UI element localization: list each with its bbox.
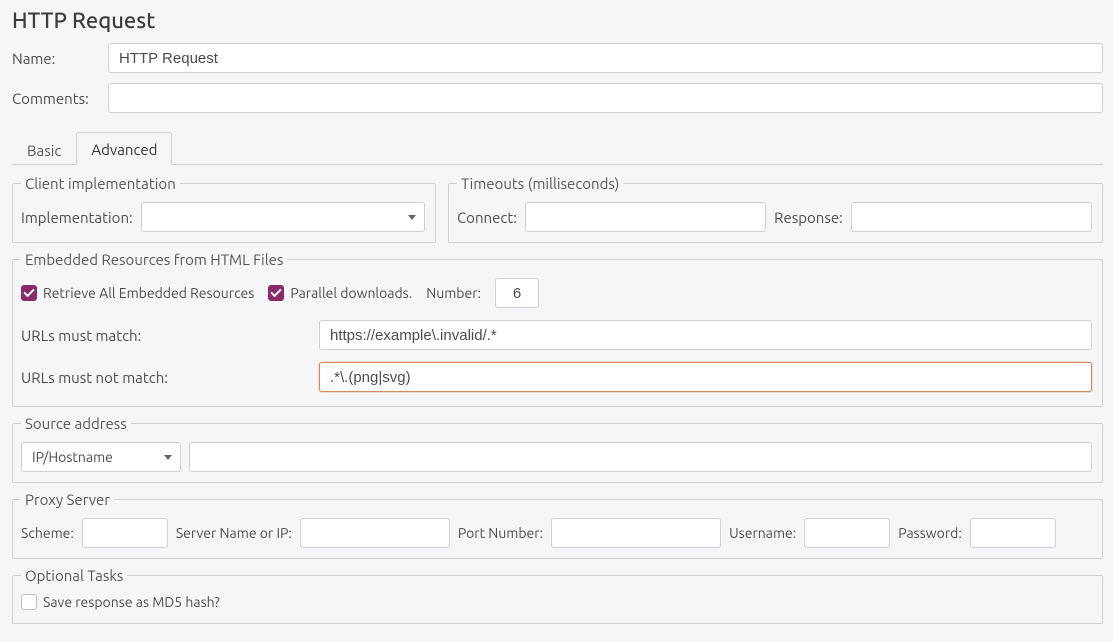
md5-label: Save response as MD5 hash? [43, 594, 220, 610]
implementation-select[interactable] [141, 202, 425, 232]
proxy-user-label: Username: [729, 525, 796, 541]
fieldset-proxy-server: Proxy Server Scheme: Server Name or IP: … [12, 491, 1103, 559]
embedded-legend: Embedded Resources from HTML Files [21, 251, 287, 268]
timeouts-legend: Timeouts (milliseconds) [457, 175, 623, 192]
source-legend: Source address [21, 415, 131, 432]
md5-checkbox[interactable]: Save response as MD5 hash? [21, 594, 220, 610]
parallel-downloads-label: Parallel downloads. [290, 285, 412, 301]
proxy-user-input[interactable] [804, 518, 890, 548]
page-title: HTTP Request [12, 8, 1103, 33]
optional-legend: Optional Tasks [21, 567, 127, 584]
implementation-label: Implementation: [21, 209, 133, 226]
urls-nomatch-input[interactable] [319, 362, 1092, 392]
fieldset-source-address: Source address IP/Hostname [12, 415, 1103, 483]
name-label: Name: [12, 50, 100, 67]
response-input[interactable] [851, 202, 1092, 232]
response-label: Response: [774, 209, 843, 226]
comments-input[interactable] [108, 83, 1103, 113]
chevron-down-icon [408, 215, 416, 220]
checkbox-unchecked-icon [21, 594, 37, 610]
connect-input[interactable] [525, 202, 766, 232]
urls-match-input[interactable] [319, 320, 1092, 350]
number-label: Number: [426, 285, 481, 301]
chevron-down-icon [164, 455, 172, 460]
fieldset-timeouts: Timeouts (milliseconds) Connect: Respons… [448, 175, 1103, 243]
urls-nomatch-label: URLs must not match: [21, 369, 311, 386]
retrieve-all-label: Retrieve All Embedded Resources [43, 285, 254, 301]
proxy-port-label: Port Number: [458, 525, 543, 541]
proxy-pass-input[interactable] [970, 518, 1056, 548]
tab-bar: Basic Advanced [12, 131, 1103, 165]
proxy-scheme-label: Scheme: [21, 525, 74, 541]
name-input[interactable] [108, 43, 1103, 73]
proxy-server-label: Server Name or IP: [176, 525, 292, 541]
proxy-scheme-input[interactable] [82, 518, 168, 548]
checkbox-checked-icon [21, 285, 37, 301]
retrieve-all-checkbox[interactable]: Retrieve All Embedded Resources [21, 285, 254, 301]
client-legend: Client implementation [21, 175, 180, 192]
tab-advanced[interactable]: Advanced [76, 132, 172, 165]
fieldset-embedded-resources: Embedded Resources from HTML Files Retri… [12, 251, 1103, 407]
source-type-value: IP/Hostname [32, 449, 113, 465]
comments-label: Comments: [12, 90, 100, 107]
checkbox-checked-icon [268, 285, 284, 301]
parallel-number-input[interactable] [495, 278, 539, 308]
source-address-input[interactable] [189, 442, 1092, 472]
proxy-server-input[interactable] [300, 518, 450, 548]
tab-basic[interactable]: Basic [12, 133, 76, 165]
proxy-pass-label: Password: [898, 525, 962, 541]
source-type-select[interactable]: IP/Hostname [21, 442, 181, 472]
connect-label: Connect: [457, 209, 517, 226]
urls-match-label: URLs must match: [21, 327, 311, 344]
proxy-legend: Proxy Server [21, 491, 114, 508]
proxy-port-input[interactable] [551, 518, 721, 548]
fieldset-client-implementation: Client implementation Implementation: [12, 175, 436, 243]
fieldset-optional-tasks: Optional Tasks Save response as MD5 hash… [12, 567, 1103, 624]
parallel-downloads-checkbox[interactable]: Parallel downloads. [268, 285, 412, 301]
